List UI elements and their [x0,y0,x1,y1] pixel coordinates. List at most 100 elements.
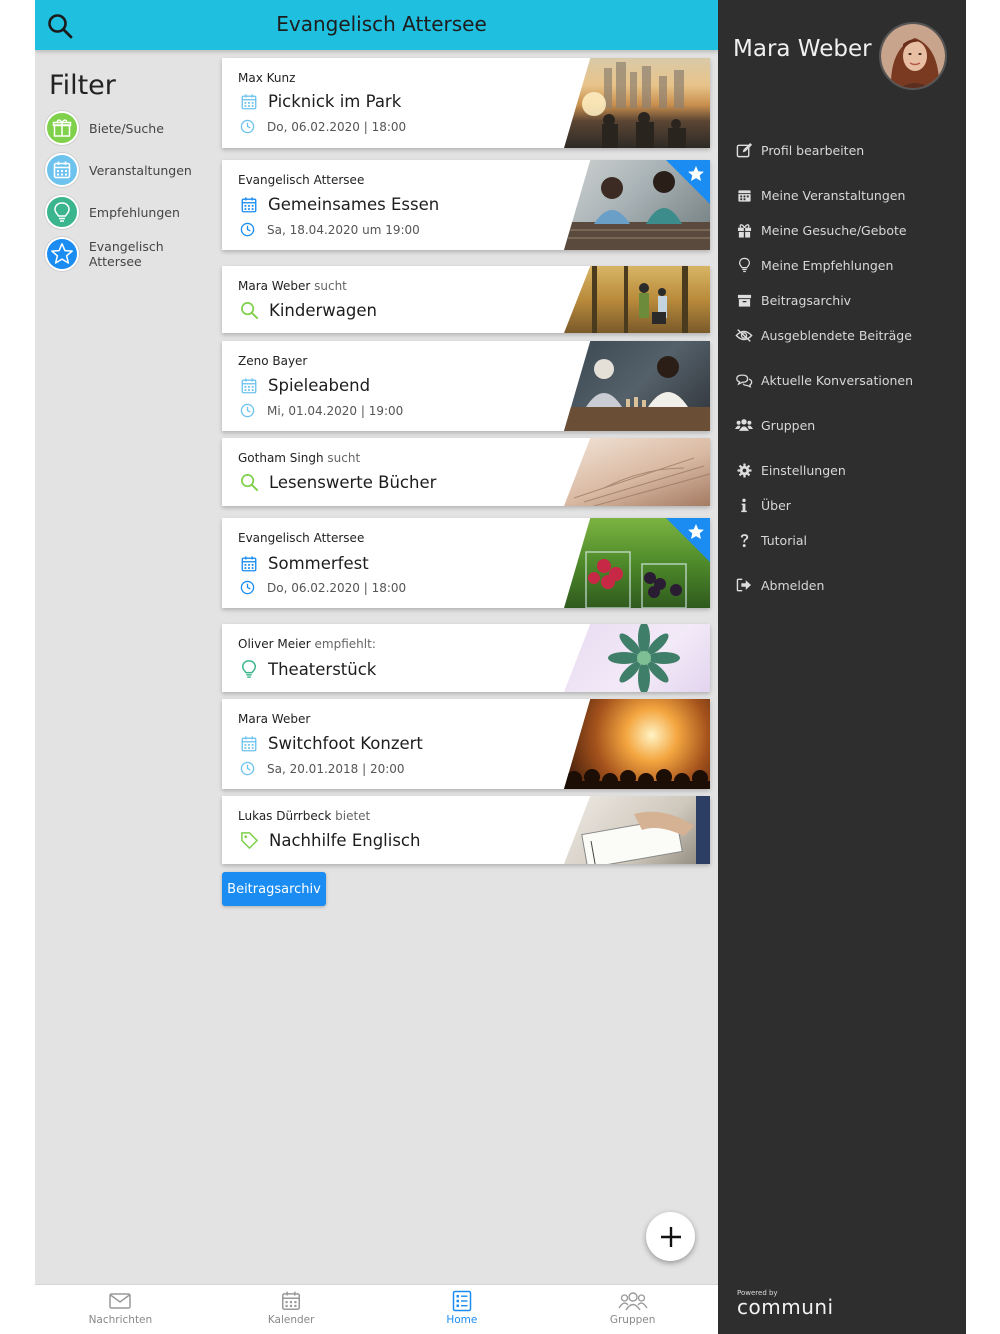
calendar-icon [241,735,257,751]
clock-icon [240,761,255,776]
drawer-item-meine-empfehlungen[interactable]: Meine Empfehlungen [735,255,893,275]
drawer-item-aktuelle-konversationen[interactable]: Aktuelle Konversationen [735,370,913,390]
card-image [564,58,710,148]
feed-card[interactable]: Zeno Bayer Spieleabend Mi, 01.04.2020 | … [222,341,710,431]
side-drawer: Mara Weber Profil bearbeiten Meine Veran… [718,0,966,1334]
filter-item-empfehlungen[interactable]: Empfehlungen [45,194,180,230]
drawer-item-label: Meine Veranstaltungen [761,187,906,203]
drawer-item-label: Meine Gesuche/Gebote [761,222,907,238]
lightbulb-icon [45,195,79,229]
clock-icon [240,403,255,418]
clock-icon [240,222,255,237]
card-author: Mara Weber [238,279,311,293]
star-icon [45,237,79,271]
calendar-icon [45,153,79,187]
drawer-item-abmelden[interactable]: Abmelden [735,575,824,595]
card-image [564,266,710,333]
clock-icon [240,119,255,134]
card-date: Sa, 20.01.2018 | 20:00 [267,761,405,776]
card-author: Evangelisch Attersee [238,173,365,187]
feed-card[interactable]: Evangelisch Attersee Gemeinsames Essen S… [222,160,710,250]
archive-button[interactable]: Beitragsarchiv [222,872,326,906]
filter-item-veranstaltungen[interactable]: Veranstaltungen [45,152,192,188]
plus-icon [660,1226,681,1247]
card-image [564,699,710,789]
chat-icon [735,371,753,389]
drawer-item-ueber[interactable]: Über [735,495,791,515]
drawer-item-label: Beitragsarchiv [761,292,852,308]
drawer-item-label: Meine Empfehlungen [761,257,894,273]
feed-card[interactable]: Mara Weber Switchfoot Konzert Sa, 20.01.… [222,699,710,789]
drawer-item-einstellungen[interactable]: Einstellungen [735,460,846,480]
nav-item-home[interactable]: Home [377,1285,548,1334]
card-date: Mi, 01.04.2020 | 19:00 [267,403,404,418]
logout-icon [735,576,753,594]
nav-item-gruppen[interactable]: Gruppen [547,1285,718,1334]
card-title: Gemeinsames Essen [268,195,440,214]
user-name: Mara Weber [733,36,872,62]
page-title: Evangelisch Attersee [276,12,487,36]
nav-label: Nachrichten [88,1314,153,1326]
card-title: Kinderwagen [269,301,377,320]
feed-card[interactable]: Mara Weber sucht Kinderwagen [222,266,710,333]
powered-by-logo: Powered by communi [737,1289,834,1319]
filter-item-label: Biete/Suche [89,120,164,136]
card-image [564,341,710,431]
drawer-item-label: Gruppen [761,417,816,433]
featured-star-badge [666,518,710,562]
drawer-item-label: Einstellungen [761,462,846,478]
groups-icon [618,1292,648,1311]
calendar-icon [241,93,257,109]
card-verb: sucht [310,279,347,293]
filter-item-biete-suche[interactable]: Biete/Suche [45,110,164,146]
drawer-item-gruppen[interactable]: Gruppen [735,415,815,435]
question-icon [735,531,753,549]
drawer-item-ausgeblendete-beitraege[interactable]: Ausgeblendete Beiträge [735,325,912,345]
calendar-icon [735,186,753,204]
nav-label: Home [446,1314,478,1326]
nav-item-kalender[interactable]: Kalender [206,1285,377,1334]
archive-icon [735,291,753,309]
add-post-button[interactable] [646,1212,695,1261]
home-list-icon [452,1290,472,1312]
filter-item-label: Empfehlungen [89,204,180,220]
search-icon [241,302,259,320]
card-title: Sommerfest [268,554,369,573]
card-author: Evangelisch Attersee [238,531,365,545]
drawer-item-tutorial[interactable]: Tutorial [735,530,807,550]
feed-card[interactable]: Oliver Meier empfiehlt: Theaterstück [222,624,710,692]
card-title: Lesenswerte Bücher [269,473,437,492]
lightbulb-icon [735,256,753,274]
featured-star-badge [666,160,710,204]
card-image [564,796,710,864]
feed-card[interactable]: Evangelisch Attersee Sommerfest Do, 06.0… [222,518,710,608]
calendar-icon [241,377,257,393]
avatar[interactable] [879,22,947,90]
card-author: Oliver Meier [238,637,311,651]
feed-card[interactable]: Lukas Dürrbeck bietet Nachhilfe Englisch [222,796,710,864]
drawer-item-meine-gesuche-gebote[interactable]: Meine Gesuche/Gebote [735,220,907,240]
drawer-item-meine-veranstaltungen[interactable]: Meine Veranstaltungen [735,185,905,205]
eye-slash-icon [735,326,753,344]
card-image [564,624,710,692]
gift-icon [45,111,79,145]
card-date: Do, 06.02.2020 | 18:00 [267,580,407,595]
nav-item-nachrichten[interactable]: Nachrichten [35,1285,206,1334]
card-author: Max Kunz [238,71,296,85]
feed-card[interactable]: Max Kunz Picknick im Park Do, 06.02.2020… [222,58,710,148]
search-icon [241,474,259,492]
nav-label: Kalender [267,1314,315,1326]
filter-item-evangelisch-attersee[interactable]: Evangelisch Attersee [45,236,220,272]
feed-card[interactable]: Gotham Singh sucht Lesenswerte Bücher [222,438,710,506]
card-title: Switchfoot Konzert [268,734,423,753]
card-title: Theaterstück [268,659,377,679]
card-image [564,438,710,506]
users-icon [735,416,753,434]
drawer-item-label: Ausgeblendete Beiträge [761,327,912,343]
drawer-item-beitragsarchiv[interactable]: Beitragsarchiv [735,290,851,310]
lightbulb-icon [241,660,257,678]
edit-icon [735,141,753,159]
drawer-item-profil-bearbeiten[interactable]: Profil bearbeiten [735,140,864,160]
info-icon [735,496,753,514]
clock-icon [240,580,255,595]
